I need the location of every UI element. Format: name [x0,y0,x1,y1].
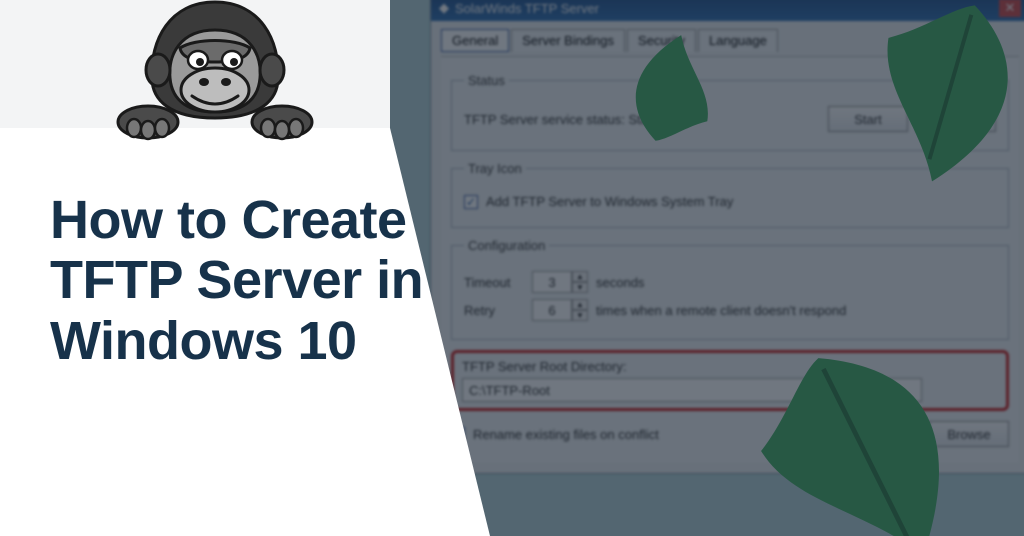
thumbnail-stage: ◆ SolarWinds TFTP Server ✕ General Serve… [0,0,1024,536]
page-title: How to Create TFTP Server in Windows 10 [50,190,470,371]
gorilla-mascot-icon [110,0,320,145]
